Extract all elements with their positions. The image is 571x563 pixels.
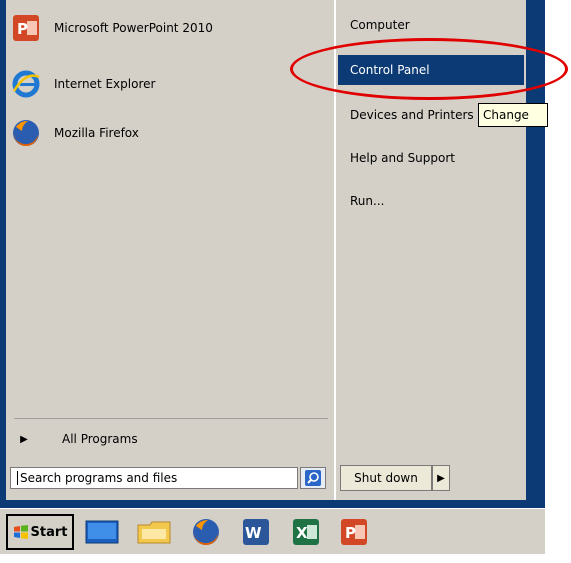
taskbar-explorer[interactable]	[134, 514, 174, 550]
menu-item-label: Help and Support	[350, 151, 455, 165]
taskbar-word[interactable]: W	[236, 514, 276, 550]
program-internet-explorer[interactable]: Internet Explorer	[8, 68, 155, 100]
menu-item-control-panel[interactable]: Control Panel	[338, 55, 524, 85]
shutdown-label: Shut down	[354, 471, 418, 485]
word-icon: W	[243, 519, 269, 545]
triangle-right-icon: ▶	[20, 433, 28, 445]
start-menu-edge	[526, 0, 545, 508]
program-powerpoint[interactable]: P Microsoft PowerPoint 2010	[8, 12, 213, 44]
powerpoint-icon: P	[341, 519, 367, 545]
all-programs-label: All Programs	[62, 432, 138, 446]
text-cursor	[17, 471, 18, 485]
search-input[interactable]: Search programs and files	[10, 467, 298, 489]
shutdown-button[interactable]: Shut down	[340, 465, 432, 491]
svg-text:P: P	[17, 20, 28, 38]
powerpoint-icon: P	[8, 12, 44, 44]
svg-text:X: X	[296, 524, 308, 542]
taskbar-show-desktop[interactable]	[82, 514, 122, 550]
tooltip-text: Change	[483, 108, 529, 122]
firefox-icon	[193, 519, 219, 546]
search-placeholder: Search programs and files	[20, 471, 178, 485]
program-label: Microsoft PowerPoint 2010	[54, 21, 213, 35]
menu-item-help-and-support[interactable]: Help and Support	[338, 143, 524, 173]
start-label: Start	[30, 524, 68, 540]
excel-icon: X	[293, 519, 319, 545]
search-button[interactable]	[300, 467, 326, 489]
menu-item-label: Control Panel	[350, 63, 430, 77]
program-label: Internet Explorer	[54, 77, 156, 91]
explorer-icon	[137, 521, 171, 544]
tooltip: Change	[478, 103, 548, 127]
menu-item-computer[interactable]: Computer	[338, 10, 524, 40]
taskbar-powerpoint[interactable]: P	[334, 514, 374, 550]
taskbar-firefox[interactable]	[186, 514, 226, 550]
all-programs-button[interactable]: ▶ All Programs	[14, 426, 314, 452]
svg-text:P: P	[345, 524, 356, 542]
shutdown-options-button[interactable]: ▶	[432, 465, 450, 491]
menu-item-label: Computer	[350, 18, 410, 32]
triangle-right-icon: ▶	[437, 472, 445, 484]
taskbar-excel[interactable]: X	[286, 514, 326, 550]
svg-text:W: W	[245, 524, 262, 542]
search-icon	[305, 470, 321, 486]
menu-item-label: Devices and Printers	[350, 108, 474, 122]
menu-item-run[interactable]: Run...	[338, 186, 524, 216]
separator	[14, 418, 328, 419]
start-button[interactable]: Start	[6, 514, 74, 550]
program-firefox[interactable]: Mozilla Firefox	[8, 117, 139, 149]
windows-logo-icon	[13, 525, 28, 539]
internet-explorer-icon	[8, 68, 44, 100]
menu-item-label: Run...	[350, 194, 385, 208]
program-label: Mozilla Firefox	[54, 126, 139, 140]
firefox-icon	[8, 117, 44, 149]
desktop-icon	[85, 520, 119, 544]
